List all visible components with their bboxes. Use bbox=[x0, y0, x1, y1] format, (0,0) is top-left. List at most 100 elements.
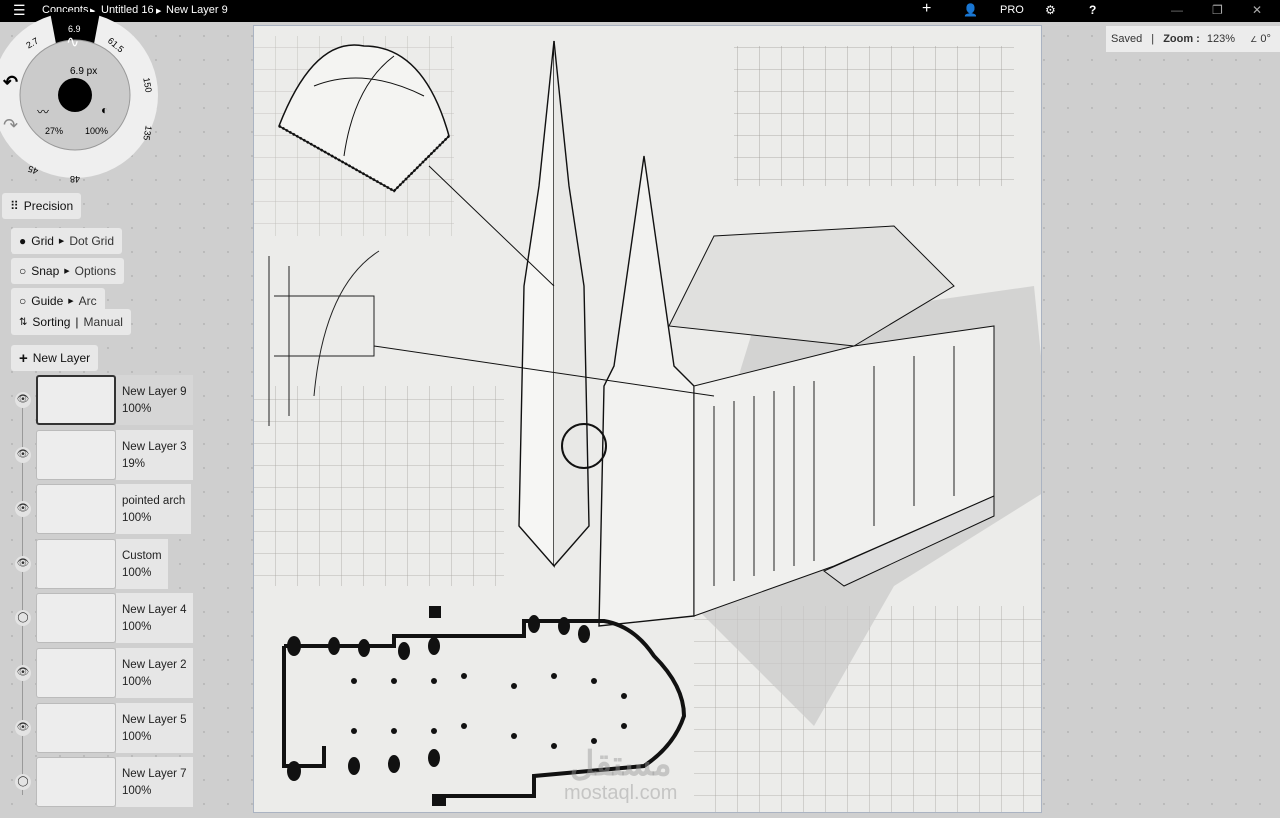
dot-grid-icon: ⠿ bbox=[10, 199, 19, 213]
chevron-right-icon: ▶ bbox=[68, 298, 74, 305]
user-icon[interactable]: 👤 bbox=[963, 3, 978, 17]
title-bar: ☰ Concepts ▶ Untitled 16 ▶ New Layer 9 +… bbox=[0, 0, 1280, 22]
stroke-size-value[interactable]: 6.9 px bbox=[70, 66, 97, 77]
eye-hidden-icon[interactable]: ◯ bbox=[15, 610, 31, 627]
layer-name: Custom bbox=[122, 549, 162, 562]
layer-name: New Layer 7 bbox=[122, 768, 187, 781]
layer-thumbnail[interactable] bbox=[36, 429, 116, 480]
empty-circle-icon: ○ bbox=[19, 294, 27, 308]
layer-thumbnail[interactable] bbox=[36, 593, 116, 644]
filled-circle-icon: ● bbox=[19, 234, 27, 248]
layer-name: New Layer 3 bbox=[122, 440, 187, 453]
opacity-value[interactable]: 100% bbox=[85, 126, 108, 136]
plus-icon: + bbox=[19, 349, 28, 367]
layer-opacity: 100% bbox=[122, 730, 152, 743]
sort-icon: ⇅ bbox=[19, 316, 28, 328]
eye-icon[interactable]: 👁 bbox=[15, 392, 31, 408]
chevron-right-icon: ▶ bbox=[58, 238, 65, 245]
snap-label: Snap bbox=[31, 264, 60, 278]
tool-size-bottom-2[interactable]: 48 bbox=[70, 174, 80, 184]
layer-thumbnail[interactable] bbox=[36, 538, 116, 589]
sorting-value: Manual bbox=[83, 315, 123, 329]
layer-item[interactable]: 👁 pointed arch 100% bbox=[10, 484, 210, 536]
layer-name: New Layer 5 bbox=[122, 713, 187, 726]
empty-circle-icon: ○ bbox=[19, 264, 27, 278]
plus-icon[interactable]: + bbox=[922, 0, 931, 18]
layer-opacity: 100% bbox=[122, 566, 152, 579]
layer-info[interactable]: New Layer 4 100% bbox=[116, 593, 193, 644]
layer-info[interactable]: pointed arch 100% bbox=[116, 484, 192, 535]
layer-thumbnail[interactable] bbox=[36, 757, 116, 808]
snap-toggle[interactable]: ○ Snap ▶ Options bbox=[11, 258, 125, 284]
layer-name: New Layer 2 bbox=[122, 659, 187, 671]
layer-name: New Layer 4 bbox=[122, 604, 187, 617]
guide-label: Guide bbox=[31, 294, 64, 308]
layer-name: New Layer 9 bbox=[122, 386, 187, 398]
new-layer-label: New Layer bbox=[32, 351, 91, 365]
grid-value[interactable]: Dot Grid bbox=[69, 234, 114, 248]
tool-wheel-ring bbox=[0, 12, 158, 178]
layer-info[interactable]: New Layer 9 100% bbox=[116, 375, 193, 425]
layer-item[interactable]: 👁 New Layer 5 100% bbox=[10, 702, 210, 755]
help-icon[interactable]: ? bbox=[1089, 3, 1096, 17]
eye-icon[interactable]: 👁 bbox=[15, 719, 31, 736]
sorting-button[interactable]: ⇅ Sorting | Manual bbox=[11, 309, 131, 335]
minimize-icon[interactable]: — bbox=[1171, 3, 1183, 17]
grid-label: Grid bbox=[31, 234, 54, 248]
watermark: مستقل mostaql.com bbox=[564, 745, 678, 804]
guide-value[interactable]: Arc bbox=[79, 294, 97, 308]
layer-name: pointed arch bbox=[122, 495, 186, 508]
precision-label: Precision bbox=[23, 199, 74, 213]
close-icon[interactable]: ✕ bbox=[1252, 3, 1262, 17]
layer-thumbnail[interactable] bbox=[36, 702, 116, 753]
eye-hidden-icon[interactable]: ◯ bbox=[15, 774, 31, 791]
layer-item[interactable]: 👁 Custom 100% bbox=[10, 538, 210, 591]
layer-opacity: 100% bbox=[122, 403, 152, 415]
smoothing-value[interactable]: 27% bbox=[45, 126, 63, 136]
drawing-canvas[interactable]: مستقل mostaql.com bbox=[253, 25, 1042, 813]
smoothing-icon: 〰 bbox=[37, 105, 50, 119]
eye-icon[interactable]: 👁 bbox=[15, 665, 31, 681]
layer-info[interactable]: New Layer 3 19% bbox=[116, 429, 193, 480]
opacity-icon: ◐ bbox=[101, 103, 109, 117]
layer-opacity: 100% bbox=[122, 621, 152, 634]
cathedral-sketch bbox=[254, 36, 1041, 812]
snap-value[interactable]: Options bbox=[75, 264, 116, 278]
layer-item[interactable]: 👁 New Layer 9 100% bbox=[10, 375, 210, 427]
layer-thumbnail[interactable] bbox=[36, 375, 116, 425]
wave-icon: ∿ bbox=[66, 34, 80, 51]
layer-thumbnail[interactable] bbox=[36, 648, 116, 698]
precision-button[interactable]: ⠿ Precision bbox=[2, 193, 82, 219]
eye-icon[interactable]: 👁 bbox=[15, 501, 31, 518]
eye-icon[interactable]: 👁 bbox=[15, 446, 31, 463]
eye-icon[interactable]: 👁 bbox=[15, 555, 31, 572]
new-layer-button[interactable]: + New Layer bbox=[11, 345, 99, 371]
pro-button[interactable]: PRO bbox=[1000, 4, 1024, 16]
status-bar: Saved | Zoom : 123% ∠ 0° bbox=[1106, 26, 1280, 52]
layer-thumbnail[interactable] bbox=[36, 484, 116, 535]
separator: | bbox=[75, 315, 79, 329]
layer-info[interactable]: New Layer 2 100% bbox=[116, 648, 193, 698]
breadcrumb-layer[interactable]: New Layer 9 bbox=[166, 4, 228, 16]
rotation-value[interactable]: 0° bbox=[1260, 33, 1271, 45]
layer-opacity: 19% bbox=[122, 457, 146, 470]
tool-wheel[interactable]: 6.9 ∿ 2.7 61.5 150 135 45 48 6.9 px 〰 27… bbox=[0, 10, 160, 184]
sorting-label: Sorting bbox=[32, 315, 71, 329]
layer-item[interactable]: ◯ New Layer 4 100% bbox=[10, 593, 210, 645]
layer-item[interactable]: 👁 New Layer 2 100% bbox=[10, 648, 210, 700]
zoom-value[interactable]: 123% bbox=[1207, 33, 1235, 45]
grid-toggle[interactable]: ● Grid ▶ Dot Grid bbox=[11, 228, 122, 254]
rotation-icon: ∠ bbox=[1250, 35, 1258, 44]
undo-icon[interactable]: ↶ bbox=[3, 72, 18, 93]
separator: | bbox=[1151, 33, 1155, 45]
zoom-label: Zoom : bbox=[1163, 33, 1200, 45]
gear-icon[interactable]: ⚙ bbox=[1045, 3, 1056, 17]
layer-item[interactable]: ◯ New Layer 7 100% bbox=[10, 757, 210, 809]
layer-info[interactable]: New Layer 5 100% bbox=[116, 702, 193, 753]
layer-opacity: 100% bbox=[122, 676, 152, 688]
redo-icon[interactable]: ↷ bbox=[3, 115, 18, 136]
layer-item[interactable]: 👁 New Layer 3 19% bbox=[10, 429, 210, 482]
layer-info[interactable]: New Layer 7 100% bbox=[116, 757, 193, 808]
layer-info[interactable]: Custom 100% bbox=[116, 538, 168, 589]
restore-icon[interactable]: ❐ bbox=[1212, 3, 1223, 17]
